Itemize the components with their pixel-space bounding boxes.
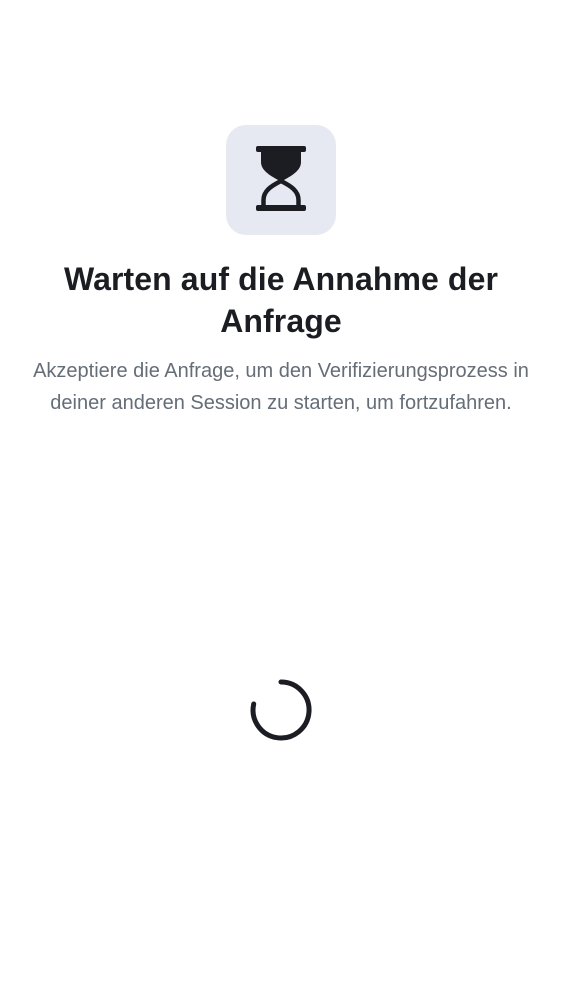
verification-waiting-screen: Warten auf die Annahme der Anfrage Akzep… <box>0 0 562 1000</box>
loading-spinner <box>249 678 313 742</box>
spinner-icon <box>250 679 312 741</box>
icon-tile <box>226 125 336 235</box>
page-description: Akzeptiere die Anfrage, um den Verifizie… <box>33 360 529 414</box>
page-title: Warten auf die Annahme der Anfrage <box>63 261 499 339</box>
hourglass-icon <box>256 146 306 211</box>
